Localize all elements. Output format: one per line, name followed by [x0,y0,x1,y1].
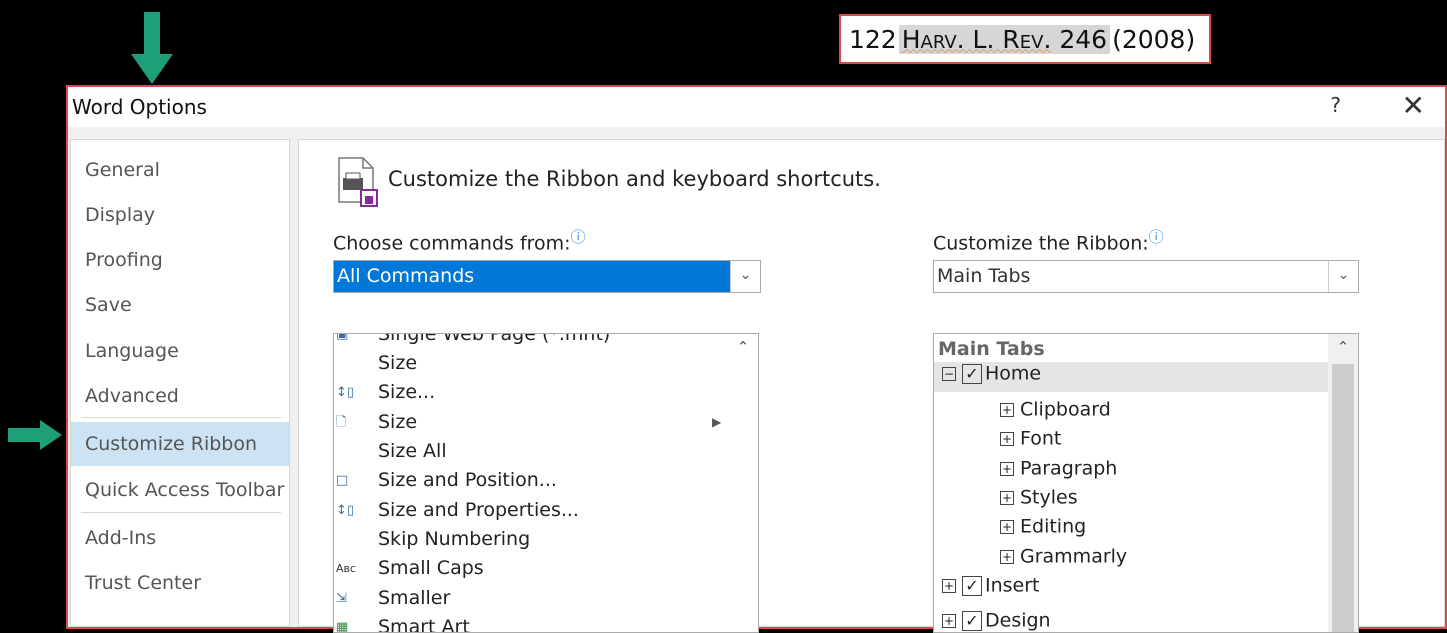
citation-journal: Harv. L. Rev. [901,24,1052,54]
nav-item-customize-ribbon[interactable]: Customize Ribbon [71,422,289,466]
citation-box: 122 Harv. L. Rev. 246 (2008) [839,14,1211,64]
customize-ribbon-value: Main Tabs [937,265,1031,287]
tree-item-paragraph[interactable]: + Paragraph [1000,457,1117,487]
list-item[interactable]: Size All [334,437,724,466]
smartart-icon: ▦ [336,620,349,633]
chevron-up-icon[interactable]: ⌃ [728,338,758,356]
nav-item-trust-center[interactable]: Trust Center [71,561,289,605]
customize-ribbon-label-text: Customize the Ribbon: [933,232,1149,255]
expand-icon[interactable]: + [1000,431,1014,446]
info-icon: ⓘ [1148,228,1164,246]
size-position-icon: □ [336,473,349,488]
expand-icon[interactable]: + [942,578,956,593]
list-item[interactable]: ⇲ Smaller [334,584,724,613]
panel-heading: Customize the Ribbon and keyboard shortc… [388,167,881,191]
list-item[interactable]: ▣ Single Web Page (*.mht) [334,333,724,349]
word-options-dialog: Word Options ? ✕ General Display Proofin… [66,85,1447,633]
choose-commands-value: All Commands [334,261,730,292]
choose-commands-label-text: Choose commands from: [333,232,571,255]
page-size-icon: 🗋 [336,415,347,430]
arrow-down-icon [131,12,173,84]
list-item[interactable]: ↕▯ Size... [334,378,724,407]
list-item[interactable]: 🗋 Size ▶ [334,408,724,437]
size-dialog-icon: ↕▯ [336,385,355,400]
checkbox-checked-icon[interactable]: ✓ [962,575,982,596]
citation-volume: 122 [849,24,897,54]
commands-scrollbar[interactable]: ⌃ [728,334,758,632]
checkbox-checked-icon[interactable]: ✓ [962,363,982,384]
small-caps-icon: Aʙᴄ [336,562,356,575]
close-icon[interactable]: ✕ [1402,89,1425,122]
checkbox-checked-icon[interactable]: ✓ [962,610,982,631]
smaller-icon: ⇲ [336,591,347,606]
tree-item-design[interactable]: + ✓ Design [942,609,1051,632]
collapse-icon[interactable]: − [942,366,956,381]
ribbon-tabs-tree[interactable]: Main Tabs − ✓ Home + Clipboard + Font + Parag… [933,333,1359,633]
expand-icon[interactable]: + [942,613,956,628]
customize-ribbon-label: Customize the Ribbon:ⓘ [933,226,1164,254]
tree-item-styles[interactable]: + Styles [1000,486,1078,516]
citation-page: 246 [1059,24,1108,54]
citation-journal-highlight: Harv. L. Rev. 246 [898,24,1111,54]
nav-item-display[interactable]: Display [71,193,289,237]
expand-icon[interactable]: + [1000,519,1014,534]
tree-item-clipboard[interactable]: + Clipboard [1000,398,1111,428]
nav-item-quick-access-toolbar[interactable]: Quick Access Toolbar [71,468,289,512]
list-item[interactable]: Aʙᴄ Small Caps [334,554,724,583]
tree-scrollbar[interactable]: ⌃ [1328,334,1358,632]
list-item[interactable]: □ Size and Position... [334,466,724,495]
web-page-icon: ▣ [336,333,349,342]
title-bar: Word Options ? ✕ [68,87,1445,127]
choose-commands-dropdown[interactable]: All Commands ⌄ [333,260,761,293]
expand-icon[interactable]: + [1000,402,1014,417]
info-icon: ⓘ [570,228,586,246]
tree-item-home[interactable]: − ✓ Home [934,362,1328,392]
expand-icon[interactable]: + [1000,461,1014,476]
tree-item-grammarly[interactable]: + Grammarly [1000,545,1127,575]
options-nav: General Display Proofing Save Language A… [70,139,290,627]
tree-header: Main Tabs [938,338,1045,360]
dialog-title: Word Options [72,95,207,119]
nav-item-advanced[interactable]: Advanced [71,374,289,418]
submenu-arrow-icon: ▶ [712,415,722,429]
expand-icon[interactable]: + [1000,549,1014,564]
help-button[interactable]: ? [1330,93,1341,117]
nav-item-proofing[interactable]: Proofing [71,238,289,282]
expand-icon[interactable]: + [1000,490,1014,505]
nav-item-language[interactable]: Language [71,329,289,373]
tree-item-insert[interactable]: + ✓ Insert [942,574,1040,604]
customize-ribbon-icon [338,157,378,207]
list-item[interactable]: Size [334,349,724,378]
nav-divider [81,512,281,513]
nav-divider [81,417,281,418]
commands-list[interactable]: ▣ Single Web Page (*.mht) Size ↕▯ Size..… [333,333,759,633]
list-item[interactable]: ▦ Smart Art [334,613,724,633]
customize-ribbon-panel: Customize the Ribbon and keyboard shortc… [298,139,1445,633]
nav-item-add-ins[interactable]: Add-Ins [71,516,289,560]
nav-item-general[interactable]: General [71,148,289,192]
list-item[interactable]: Skip Numbering [334,525,724,554]
citation-year: (2008) [1112,24,1196,54]
dialog-body: General Display Proofing Save Language A… [68,127,1445,633]
chevron-down-icon[interactable]: ⌄ [1328,261,1358,292]
size-properties-icon: ↕▯ [336,503,355,518]
list-item[interactable]: ↕▯ Size and Properties... [334,496,724,525]
tree-item-font[interactable]: + Font [1000,427,1061,457]
customize-ribbon-dropdown[interactable]: Main Tabs ⌄ [933,260,1359,293]
chevron-down-icon[interactable]: ⌄ [730,261,760,292]
arrow-right-icon [8,420,62,450]
tree-item-editing[interactable]: + Editing [1000,515,1086,545]
choose-commands-label: Choose commands from:ⓘ [333,226,586,254]
scrollbar-thumb[interactable] [1332,364,1354,632]
chevron-up-icon[interactable]: ⌃ [1328,338,1358,356]
nav-item-save[interactable]: Save [71,283,289,327]
